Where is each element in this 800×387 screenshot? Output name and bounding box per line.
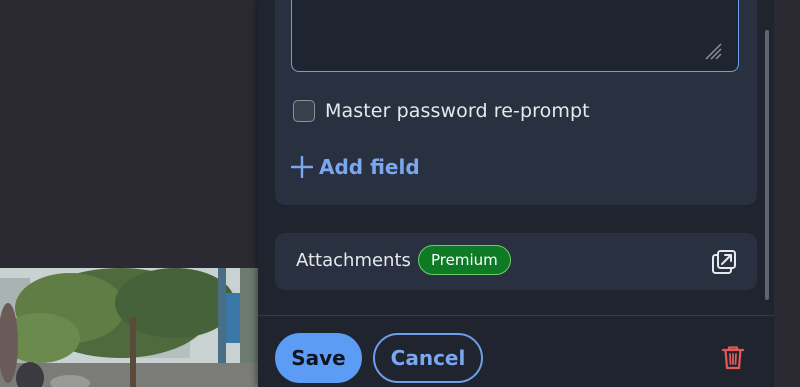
dialog-scrollbar[interactable] bbox=[765, 30, 769, 300]
dialog-scrollbar-thumb[interactable] bbox=[765, 30, 769, 300]
premium-badge: Premium bbox=[418, 245, 511, 275]
master-password-reprompt-label: Master password re-prompt bbox=[325, 100, 590, 122]
screen: Master password re-prompt Add field Atta… bbox=[0, 0, 800, 387]
background-photo bbox=[0, 268, 258, 387]
attachments-label: Attachments bbox=[296, 250, 411, 271]
cancel-button[interactable]: Cancel bbox=[373, 333, 483, 383]
save-button[interactable]: Save bbox=[275, 333, 362, 383]
plus-icon bbox=[291, 156, 313, 178]
additional-options-card: Master password re-prompt Add field bbox=[275, 0, 757, 205]
attachments-row[interactable]: Attachments Premium bbox=[275, 233, 757, 290]
resize-handle-icon[interactable] bbox=[702, 40, 722, 60]
add-field-button[interactable]: Add field bbox=[291, 152, 420, 182]
notes-textarea[interactable] bbox=[291, 0, 739, 72]
add-field-label: Add field bbox=[319, 155, 420, 179]
trash-icon[interactable] bbox=[719, 343, 747, 371]
footer-divider bbox=[258, 315, 774, 316]
master-password-reprompt-checkbox[interactable] bbox=[293, 100, 315, 122]
background-photo-image bbox=[0, 268, 258, 387]
master-password-reprompt-option[interactable]: Master password re-prompt bbox=[293, 98, 590, 124]
page-background bbox=[774, 0, 800, 387]
open-in-new-window-icon[interactable] bbox=[711, 249, 737, 275]
